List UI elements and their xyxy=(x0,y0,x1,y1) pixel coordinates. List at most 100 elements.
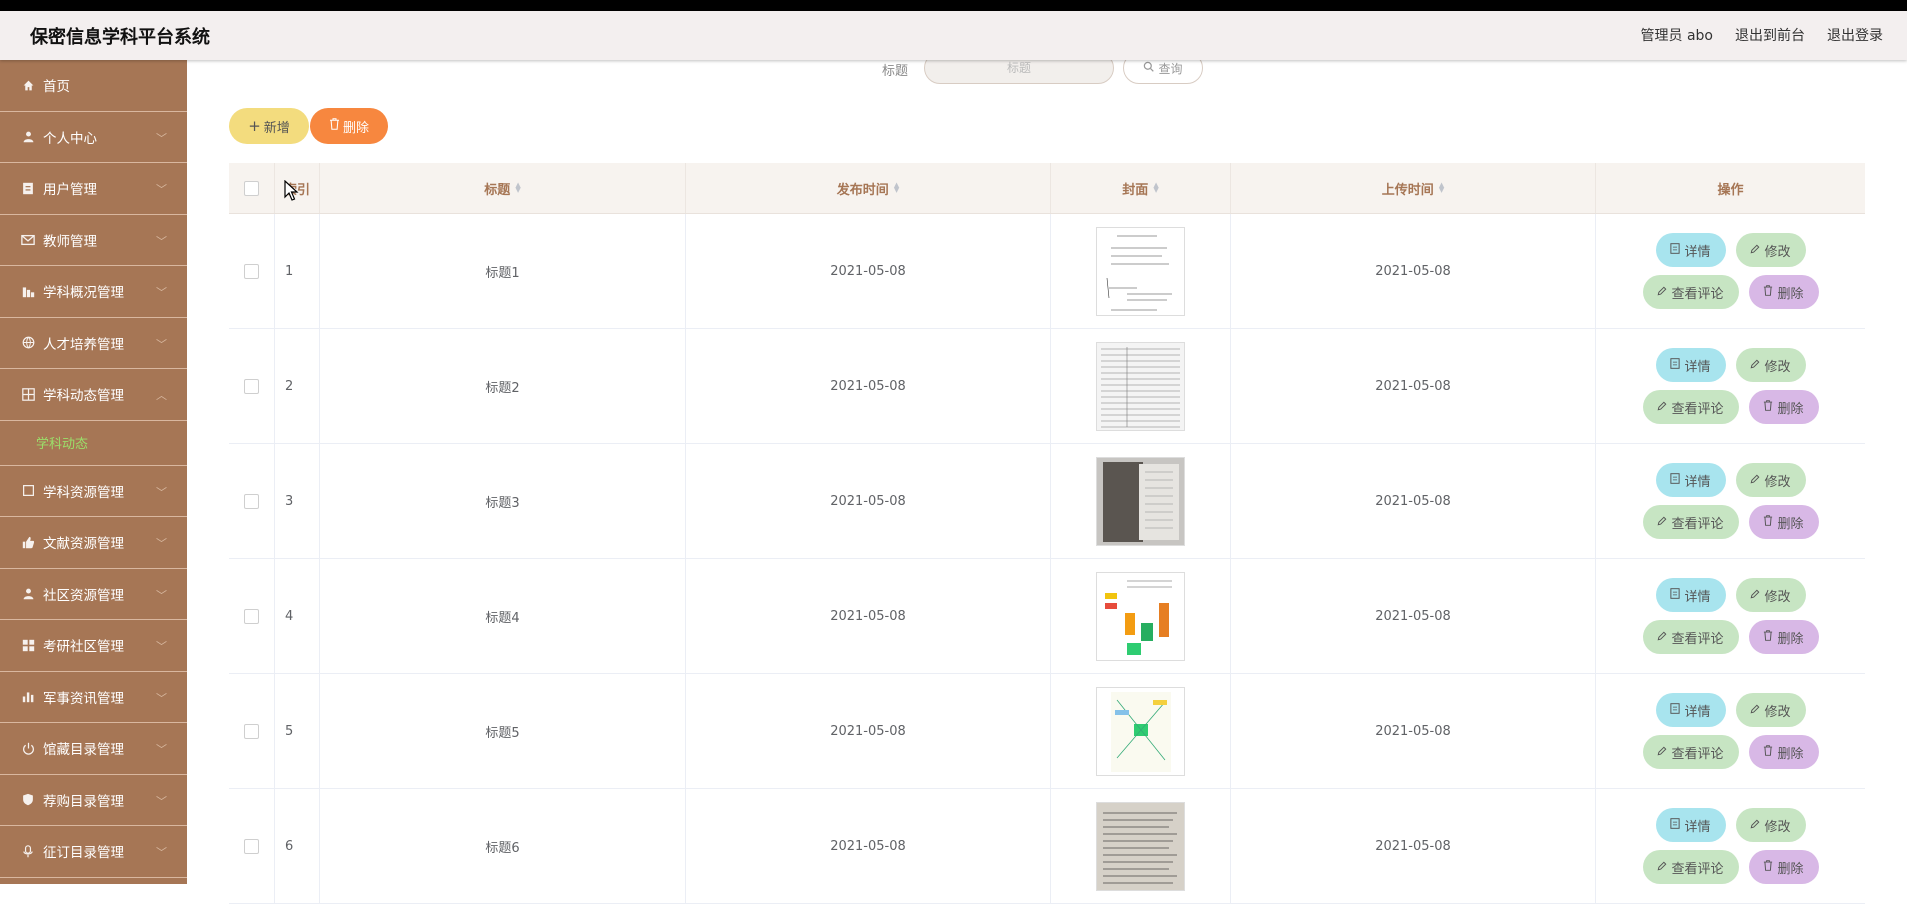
delete-row-button[interactable]: 删除 xyxy=(1748,390,1819,424)
chevron-down-icon: ﹀ xyxy=(156,183,167,196)
detail-button[interactable]: 详情 xyxy=(1655,348,1726,382)
sidebar-item-teacher-management[interactable]: 教师管理 ﹀ xyxy=(0,215,187,266)
chevron-down-icon: ﹀ xyxy=(156,846,167,859)
cover-thumbnail[interactable] xyxy=(1096,686,1185,776)
row-checkbox[interactable] xyxy=(244,493,259,509)
chevron-down-icon: ﹀ xyxy=(156,588,167,602)
batch-delete-button[interactable]: 删除 xyxy=(310,108,388,144)
sidebar-item-discipline-overview[interactable]: 学科概况管理 ﹀ xyxy=(0,266,187,318)
edit-icon xyxy=(1657,515,1667,530)
edit-icon xyxy=(1750,473,1760,488)
chevron-up-icon: ︿ xyxy=(156,389,167,402)
search-bar: 标题 标题 查询 xyxy=(211,52,1891,88)
delete-row-button[interactable]: 删除 xyxy=(1748,275,1819,309)
edit-icon xyxy=(1657,860,1667,875)
delete-row-button[interactable]: 删除 xyxy=(1748,850,1819,884)
sidebar-item-label: 考研社区管理 xyxy=(43,639,124,656)
cover-thumbnail[interactable] xyxy=(1096,571,1185,661)
trash-icon xyxy=(1763,744,1773,760)
edit-button[interactable]: 修改 xyxy=(1735,233,1806,267)
admin-user-label[interactable]: 管理员 abo xyxy=(1641,25,1713,45)
view-comments-button[interactable]: 查看评论 xyxy=(1642,850,1739,884)
delete-row-button[interactable]: 删除 xyxy=(1748,620,1819,654)
sort-icon[interactable]: ▲ ▼ xyxy=(515,182,520,194)
logout-link[interactable]: 退出登录 xyxy=(1827,25,1883,45)
column-header-cover[interactable]: 封面 ▲ ▼ xyxy=(1051,163,1231,213)
sidebar-item-collection-catalog[interactable]: 馆藏目录管理 ﹀ xyxy=(0,723,187,775)
row-checkbox[interactable] xyxy=(244,378,259,394)
view-comments-button[interactable]: 查看评论 xyxy=(1642,505,1739,539)
document-icon xyxy=(1670,817,1681,833)
sort-icon[interactable]: ▲ ▼ xyxy=(1439,182,1444,194)
sidebar-item-home[interactable]: 首页 xyxy=(0,60,187,112)
delete-row-button[interactable]: 删除 xyxy=(1748,735,1819,769)
delete-row-button[interactable]: 删除 xyxy=(1748,505,1819,539)
row-cover-cell xyxy=(1051,214,1231,328)
detail-button[interactable]: 详情 xyxy=(1655,693,1726,727)
column-header-publish-time[interactable]: 发布时间 ▲ ▼ xyxy=(686,163,1051,213)
detail-button[interactable]: 详情 xyxy=(1655,578,1726,612)
trash-icon xyxy=(1763,629,1773,645)
row-upload-time: 2021-05-08 xyxy=(1231,674,1596,788)
cover-thumbnail[interactable] xyxy=(1096,341,1185,431)
row-index: 5 xyxy=(275,674,320,788)
edit-button[interactable]: 修改 xyxy=(1735,348,1806,382)
row-checkbox[interactable] xyxy=(244,608,259,624)
chevron-down-icon: ﹀ xyxy=(156,640,167,653)
plus-icon: + xyxy=(248,117,261,135)
sort-icon[interactable]: ▲ ▼ xyxy=(1153,182,1158,194)
sidebar-item-label: 教师管理 xyxy=(43,233,97,250)
chevron-down-icon: ﹀ xyxy=(156,691,167,705)
edit-button[interactable]: 修改 xyxy=(1735,463,1806,497)
column-header-upload-time[interactable]: 上传时间 ▲ ▼ xyxy=(1231,163,1596,213)
cover-thumbnail[interactable] xyxy=(1096,456,1185,546)
row-select-cell xyxy=(229,789,275,903)
grid-icon xyxy=(21,387,35,401)
row-upload-time: 2021-05-08 xyxy=(1231,444,1596,558)
chevron-down-icon: ﹀ xyxy=(156,286,167,299)
view-comments-button[interactable]: 查看评论 xyxy=(1642,735,1739,769)
row-checkbox[interactable] xyxy=(244,723,259,739)
chevron-down-icon: ﹀ xyxy=(156,537,167,550)
sort-icon[interactable]: ▲ ▼ xyxy=(894,182,899,194)
view-comments-button[interactable]: 查看评论 xyxy=(1642,620,1739,654)
edit-button[interactable]: 修改 xyxy=(1735,578,1806,612)
sidebar-item-military-news[interactable]: 军事资讯管理 ﹀ xyxy=(0,672,187,723)
view-comments-button[interactable]: 查看评论 xyxy=(1642,275,1739,309)
detail-button[interactable]: 详情 xyxy=(1655,233,1726,267)
sidebar-item-talent-training[interactable]: 人才培养管理 ﹀ xyxy=(0,318,187,369)
sidebar-item-exam-community[interactable]: 考研社区管理 ﹀ xyxy=(0,620,187,672)
back-to-frontend-link[interactable]: 退出到前台 xyxy=(1735,25,1805,45)
select-all-checkbox[interactable] xyxy=(244,180,259,196)
sidebar-item-subscription-catalog[interactable]: 征订目录管理 ﹀ xyxy=(0,826,187,878)
detail-button[interactable]: 详情 xyxy=(1655,808,1726,842)
row-cover-cell xyxy=(1051,789,1231,903)
view-comments-button[interactable]: 查看评论 xyxy=(1642,390,1739,424)
edit-button[interactable]: 修改 xyxy=(1735,808,1806,842)
row-upload-time: 2021-05-08 xyxy=(1231,559,1596,673)
sidebar-item-community-resources[interactable]: 社区资源管理 ﹀ xyxy=(0,569,187,620)
sidebar-subitem-discipline-news[interactable]: 学科动态 xyxy=(0,421,187,466)
add-button[interactable]: + 新增 xyxy=(229,108,309,144)
top-black-strip xyxy=(0,0,1907,11)
row-index: 2 xyxy=(275,329,320,443)
sidebar-item-user-management[interactable]: 用户管理 ﹀ xyxy=(0,163,187,215)
row-index: 4 xyxy=(275,559,320,673)
column-header-title[interactable]: 标题 ▲ ▼ xyxy=(320,163,686,213)
home-icon xyxy=(21,78,35,92)
cover-thumbnail[interactable] xyxy=(1096,226,1185,316)
row-checkbox[interactable] xyxy=(244,263,259,279)
sidebar-item-discipline-news-management[interactable]: 学科动态管理 ︿ xyxy=(0,369,187,421)
edit-icon xyxy=(1750,818,1760,833)
sidebar-item-discipline-resources[interactable]: 学科资源管理 ﹀ xyxy=(0,466,187,517)
row-publish-time: 2021-05-08 xyxy=(686,789,1051,903)
sidebar-item-literature-resources[interactable]: 文献资源管理 ﹀ xyxy=(0,517,187,569)
row-checkbox[interactable] xyxy=(244,838,259,854)
detail-button[interactable]: 详情 xyxy=(1655,463,1726,497)
cover-thumbnail[interactable] xyxy=(1096,801,1185,891)
row-select-cell xyxy=(229,214,275,328)
sidebar-item-personal-center[interactable]: 个人中心 ﹀ xyxy=(0,112,187,163)
row-index: 3 xyxy=(275,444,320,558)
sidebar-item-recommend-catalog[interactable]: 荐购目录管理 ﹀ xyxy=(0,775,187,826)
edit-button[interactable]: 修改 xyxy=(1735,693,1806,727)
